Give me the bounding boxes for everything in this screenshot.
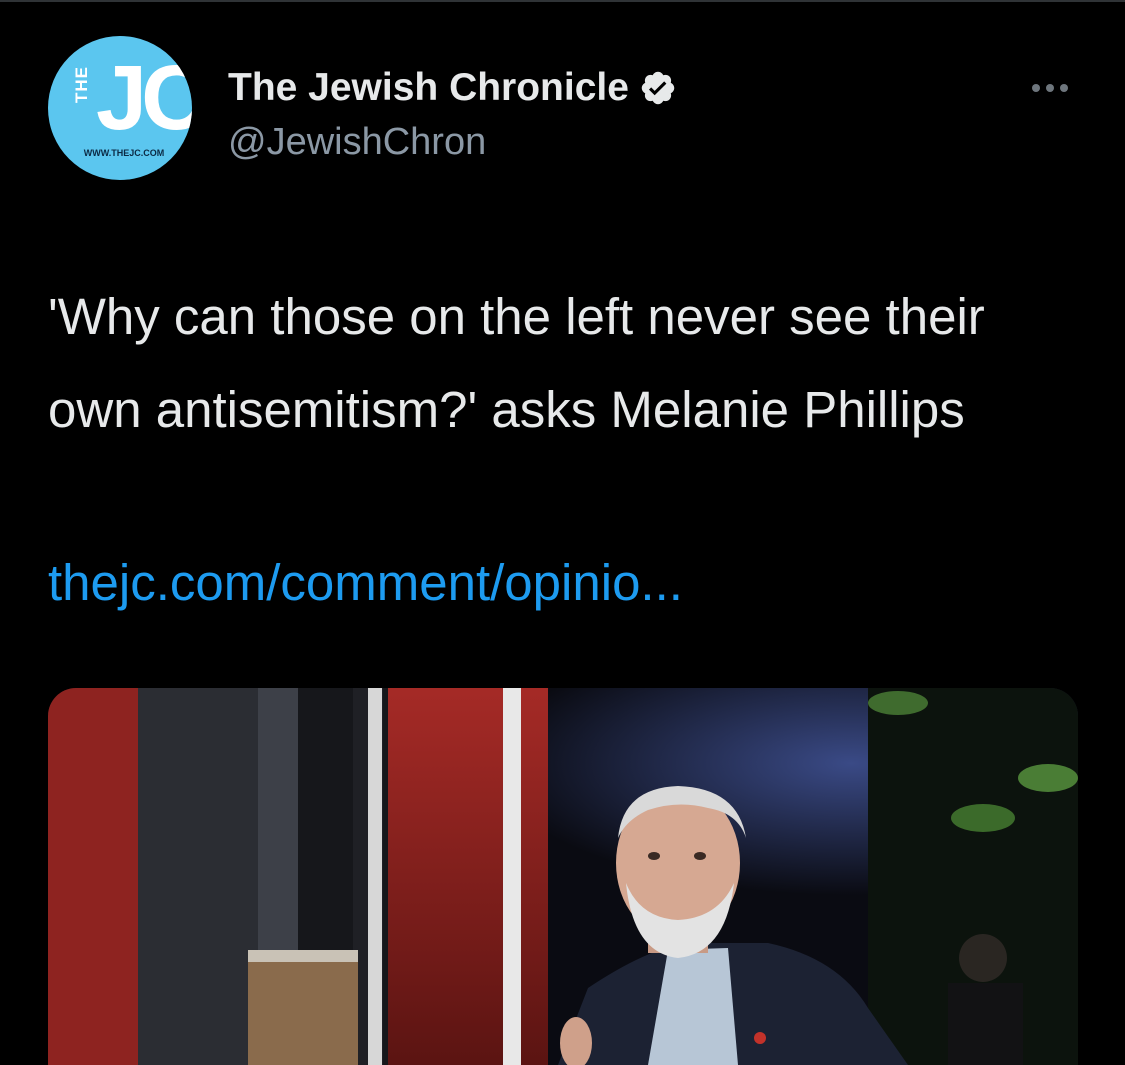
more-horizontal-icon-dot: [1046, 84, 1054, 92]
more-horizontal-icon: [1032, 84, 1040, 92]
author-handle[interactable]: @JewishChron: [228, 120, 486, 164]
divider: [0, 0, 1125, 2]
tweet-card[interactable]: THE JC WWW.THEJC.COM The Jewish Chronicl…: [0, 0, 1125, 1065]
tweet-media-photo[interactable]: [48, 688, 1078, 1065]
more-horizontal-icon-dot: [1060, 84, 1068, 92]
avatar[interactable]: THE JC WWW.THEJC.COM: [48, 36, 192, 180]
tweet-text: 'Why can those on the left never see the…: [48, 288, 985, 438]
avatar-logo-url: WWW.THEJC.COM: [83, 148, 165, 158]
avatar-logo-big-text: JC: [96, 47, 192, 149]
more-options-button[interactable]: [1020, 70, 1080, 106]
verified-badge-icon: [639, 69, 677, 107]
photo-illustration: [48, 688, 1078, 1065]
avatar-logo-small-text: THE: [72, 66, 91, 103]
display-name[interactable]: The Jewish Chronicle: [228, 66, 629, 110]
tweet-link[interactable]: thejc.com/comment/opinio...: [48, 543, 683, 623]
author-name-row[interactable]: The Jewish Chronicle: [228, 66, 677, 110]
